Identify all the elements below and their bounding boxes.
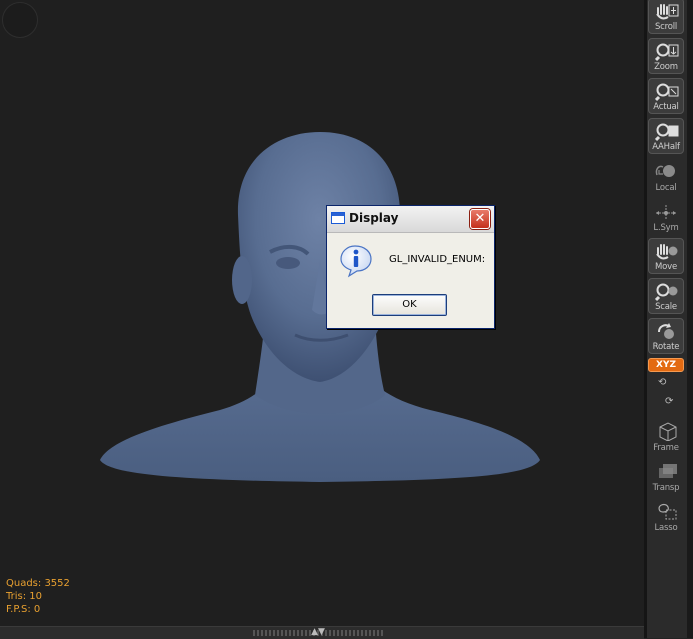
fps-readout: F.P.S: 0 [6,604,41,615]
lasso-icon [658,503,677,520]
rotate-y-icon[interactable]: ⟲ [658,377,674,391]
shelf-edge [687,0,693,638]
frame-cube-icon [659,422,677,441]
zoom-button[interactable]: Zoom [648,38,684,74]
right-shelf: Scroll Zoom Actual AAHalf Local L.Sym Mo… [647,0,687,638]
move-button[interactable]: Move [648,238,684,274]
actual-label: Actual [653,102,679,112]
xyz-rotation-toggle[interactable]: XYZ [648,358,684,372]
window-icon [331,212,345,224]
info-icon [340,245,372,278]
aahalf-label: AAHalf [652,142,680,152]
canvas-viewport[interactable]: Quads: 3552 Tris: 10 F.P.S: 0 [0,0,644,626]
navigation-circle[interactable] [2,2,38,38]
lasso-button[interactable]: Lasso [648,498,684,534]
close-icon[interactable]: ✕ [470,209,490,229]
rotate-z-icon[interactable]: ⟳ [665,396,681,410]
local-symmetry-icon [656,205,676,219]
local-button[interactable]: Local [648,158,684,194]
transp-button[interactable]: Transp [648,458,684,494]
actual-button[interactable]: Actual [648,78,684,114]
move-label: Move [655,262,677,272]
lasso-label: Lasso [654,523,678,533]
scroll-button[interactable]: Scroll [648,0,684,34]
transp-label: Transp [652,483,680,493]
ok-button[interactable]: OK [372,294,447,316]
magnifier-aahalf-icon [655,123,679,142]
quads-count: Quads: 3552 [6,578,70,589]
rotate-button[interactable]: Rotate [648,318,684,354]
scroll-label: Scroll [654,22,678,32]
dialog-titlebar[interactable]: Display ✕ [327,206,494,233]
hand-move-icon [656,244,678,260]
tris-count: Tris: 10 [6,591,43,602]
lsym-button[interactable]: L.Sym [648,198,684,234]
display-error-dialog: Display ✕ GL_INVALID_ENUM: OK [326,205,495,329]
rotate-label: Rotate [652,342,680,352]
magnifier-scale-icon [655,283,678,302]
magnifier-actual-icon [655,83,679,102]
aahalf-button[interactable]: AAHalf [648,118,684,154]
dialog-message: GL_INVALID_ENUM: [389,254,486,265]
expand-up-icon[interactable]: ▲▼ [306,627,330,637]
scale-label: Scale [655,302,677,312]
hand-scroll-icon [656,4,679,20]
lsym-label: L.Sym [653,223,679,233]
transparency-icon [659,464,677,478]
mesh-stats: Quads: 3552 Tris: 10 F.P.S: 0 [6,577,70,616]
local-label: Local [655,183,677,193]
scale-button[interactable]: Scale [648,278,684,314]
frame-button[interactable]: Frame [648,418,684,454]
zoom-label: Zoom [654,62,678,72]
magnifier-zoom-icon [655,43,679,62]
frame-label: Frame [653,443,679,453]
rotate-icon [658,323,674,339]
dialog-title: Display [349,211,399,225]
local-sphere-icon [655,165,675,177]
dialog-body: GL_INVALID_ENUM: OK [327,233,494,328]
